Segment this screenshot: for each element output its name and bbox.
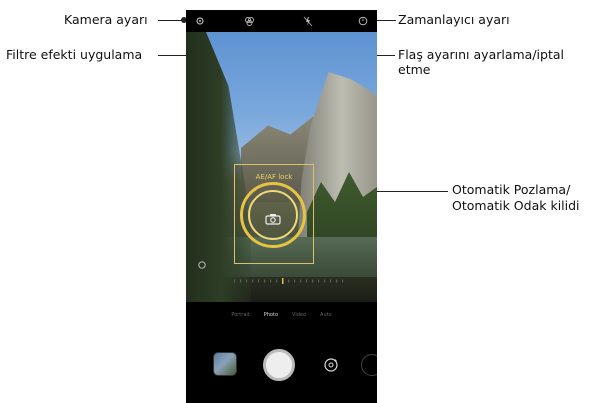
shutter-button[interactable] <box>263 349 295 381</box>
camera-controls: Portrait Photo Video Auto <box>186 302 377 403</box>
gallery-thumbnail[interactable] <box>213 352 237 376</box>
ae-af-focus-box[interactable]: AE/AF lock <box>234 164 314 264</box>
camera-top-bar <box>186 10 377 32</box>
callout-flash-line1: Flaş ayarını ayarlama/iptal <box>398 47 564 62</box>
filter-icon[interactable] <box>243 15 255 27</box>
mode-portrait[interactable]: Portrait <box>231 312 249 324</box>
timer-icon[interactable] <box>357 15 369 27</box>
callout-filter-effect: Filtre efekti uygulama <box>6 47 143 62</box>
gear-icon[interactable] <box>194 15 206 27</box>
callout-ae-af-line1: Otomatik Pozlama/ <box>452 182 571 197</box>
mode-selector: Portrait Photo Video Auto <box>186 312 377 324</box>
ae-af-lock-label: AE/AF lock <box>255 173 293 181</box>
flash-off-icon[interactable] <box>302 15 314 27</box>
callout-timer-settings: Zamanlayıcı ayarı <box>398 12 510 27</box>
switch-camera-icon[interactable] <box>322 356 340 374</box>
camera-screen: AE/AF lock Portrait Photo Video Auto <box>186 10 377 403</box>
callout-camera-settings: Kamera ayarı <box>64 12 148 27</box>
mode-photo[interactable]: Photo <box>264 312 278 324</box>
camera-icon <box>265 210 281 225</box>
zoom-ticks <box>234 278 344 284</box>
back-button[interactable] <box>361 354 377 376</box>
callout-flash-line2: etme <box>398 62 431 77</box>
mode-auto[interactable]: Auto <box>320 312 332 324</box>
callout-ae-af-line2: Otomatik Odak kilidi <box>452 198 580 213</box>
zoom-slider[interactable] <box>186 250 377 290</box>
mode-video[interactable]: Video <box>292 312 306 324</box>
